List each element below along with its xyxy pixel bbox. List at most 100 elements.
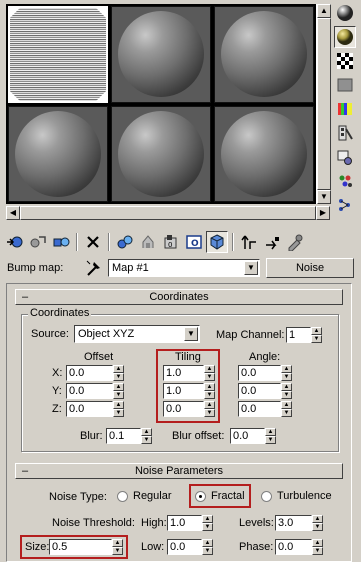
angle-x-spinner[interactable]: 0.0 ▲ ▼ [238,365,292,381]
options-icon[interactable] [334,146,356,168]
spinner-arrows[interactable]: ▲ ▼ [202,515,213,531]
angle-y-spinner[interactable]: 0.0 ▲ ▼ [238,383,292,399]
radio-regular[interactable]: Regular [117,490,172,502]
high-spinner[interactable]: 1.0 ▲ ▼ [167,515,213,531]
sample-slot-5[interactable] [111,105,211,202]
blur-label: Blur: [80,430,103,442]
scroll-down-button[interactable]: ▼ [317,190,331,204]
spinner-arrows[interactable]: ▲ ▼ [311,327,322,343]
size-highlight-box [20,535,128,559]
make-unique-icon[interactable] [114,231,136,253]
get-material-icon[interactable] [4,231,26,253]
sample-uv-tiling-icon[interactable] [334,74,356,96]
go-to-parent-icon[interactable] [238,231,260,253]
blur-value[interactable]: 0.1 [106,428,141,444]
radio-regular-label: Regular [133,490,172,502]
angle-y-value[interactable]: 0.0 [238,383,281,399]
radio-dot[interactable] [117,490,128,502]
offset-y-spinner[interactable]: 0.0 ▲ ▼ [66,383,124,399]
material-id-channel-icon[interactable]: 0 [160,231,182,253]
sample-type-sphere-icon[interactable] [334,2,356,24]
scroll-right-button[interactable]: ▶ [316,206,330,220]
material-map-navigator-icon[interactable] [334,194,356,216]
high-value[interactable]: 1.0 [167,515,202,531]
toolbar-separator [108,233,110,251]
map-name-row: Bump map: Map #1 ▼ Noise [4,258,358,278]
assign-to-selection-icon[interactable] [50,231,72,253]
blur-offset-value[interactable]: 0.0 [230,428,265,444]
angle-z-value[interactable]: 0.0 [238,401,281,417]
levels-spinner[interactable]: 3.0 ▲ ▼ [275,515,323,531]
axis-y-label: Y: [52,385,62,397]
offset-z-spinner[interactable]: 0.0 ▲ ▼ [66,401,124,417]
collapse-icon: – [22,291,29,303]
spinner-arrows[interactable]: ▲ ▼ [113,383,124,399]
offset-y-value[interactable]: 0.0 [66,383,113,399]
slots-vertical-scrollbar[interactable]: ▲ ▼ [316,4,331,204]
show-end-result-icon[interactable] [206,231,228,253]
scroll-left-button[interactable]: ◀ [6,206,20,220]
put-to-scene-icon[interactable] [27,231,49,253]
material-sphere [221,11,307,98]
map-channel-spinner[interactable]: 1 ▲ ▼ [286,327,322,343]
spinner-arrows[interactable]: ▲ ▼ [113,401,124,417]
phase-value[interactable]: 0.0 [275,539,312,555]
radio-dot[interactable] [261,490,272,502]
spinner-arrows[interactable]: ▲ ▼ [312,515,323,531]
radio-turbulence-label: Turbulence [277,490,332,502]
go-forward-to-sibling-icon[interactable] [261,231,283,253]
low-spinner[interactable]: 0.0 ▲ ▼ [167,539,213,555]
radio-turbulence[interactable]: Turbulence [261,490,332,502]
low-label: Low: [141,541,165,553]
sample-slot-2[interactable] [111,6,211,103]
reset-map-icon[interactable] [82,231,104,253]
toolbar-separator [76,233,78,251]
noise-parameters-rollout-header[interactable]: – Noise Parameters [15,463,343,479]
spinner-arrows[interactable]: ▲ ▼ [265,428,276,444]
background-checker-icon[interactable] [334,50,356,72]
axis-z-label: Z: [52,403,62,415]
offset-z-value[interactable]: 0.0 [66,401,113,417]
pick-material-from-object-icon[interactable] [284,231,306,253]
spinner-arrows[interactable]: ▲ ▼ [113,365,124,381]
blur-offset-spinner[interactable]: 0.0 ▲ ▼ [230,428,276,444]
spinner-arrows[interactable]: ▲ ▼ [312,539,323,555]
spinner-arrows[interactable]: ▲ ▼ [141,428,152,444]
spinner-arrows[interactable]: ▲ ▼ [281,401,292,417]
svg-text:O: O [191,239,199,249]
offset-x-value[interactable]: 0.0 [66,365,113,381]
low-value[interactable]: 0.0 [167,539,202,555]
source-dropdown[interactable]: Object XYZ ▼ [74,325,200,343]
make-preview-icon[interactable] [334,122,356,144]
chevron-down-icon[interactable]: ▼ [184,327,198,341]
coordinates-rollout-header[interactable]: – Coordinates [15,289,343,305]
levels-value[interactable]: 3.0 [275,515,312,531]
phase-spinner[interactable]: 0.0 ▲ ▼ [275,539,323,555]
sample-slot-6[interactable] [214,105,314,202]
map-name-field[interactable]: Map #1 ▼ [108,259,260,277]
eyedropper-icon[interactable] [84,258,104,278]
fractal-highlight-box [189,484,251,508]
scroll-up-button[interactable]: ▲ [317,4,331,18]
show-map-in-viewport-icon[interactable]: O [183,231,205,253]
put-to-library-icon[interactable] [137,231,159,253]
video-color-check-icon[interactable] [334,98,356,120]
scroll-thumb[interactable] [317,18,331,190]
scroll-thumb[interactable] [20,206,316,220]
select-by-material-icon[interactable] [334,170,356,192]
backlight-icon[interactable] [334,26,356,48]
spinner-arrows[interactable]: ▲ ▼ [281,383,292,399]
map-channel-value[interactable]: 1 [286,327,311,343]
blur-spinner[interactable]: 0.1 ▲ ▼ [106,428,152,444]
offset-x-spinner[interactable]: 0.0 ▲ ▼ [66,365,124,381]
angle-x-value[interactable]: 0.0 [238,365,281,381]
sample-slot-4[interactable] [8,105,108,202]
sample-slot-1[interactable] [8,6,108,103]
sample-slot-3[interactable] [214,6,314,103]
map-name-dropdown-button[interactable]: ▼ [244,261,258,275]
spinner-arrows[interactable]: ▲ ▼ [202,539,213,555]
slots-horizontal-scrollbar[interactable]: ◀ ▶ [6,206,330,220]
map-type-button[interactable]: Noise [266,258,354,278]
spinner-arrows[interactable]: ▲ ▼ [281,365,292,381]
angle-z-spinner[interactable]: 0.0 ▲ ▼ [238,401,292,417]
